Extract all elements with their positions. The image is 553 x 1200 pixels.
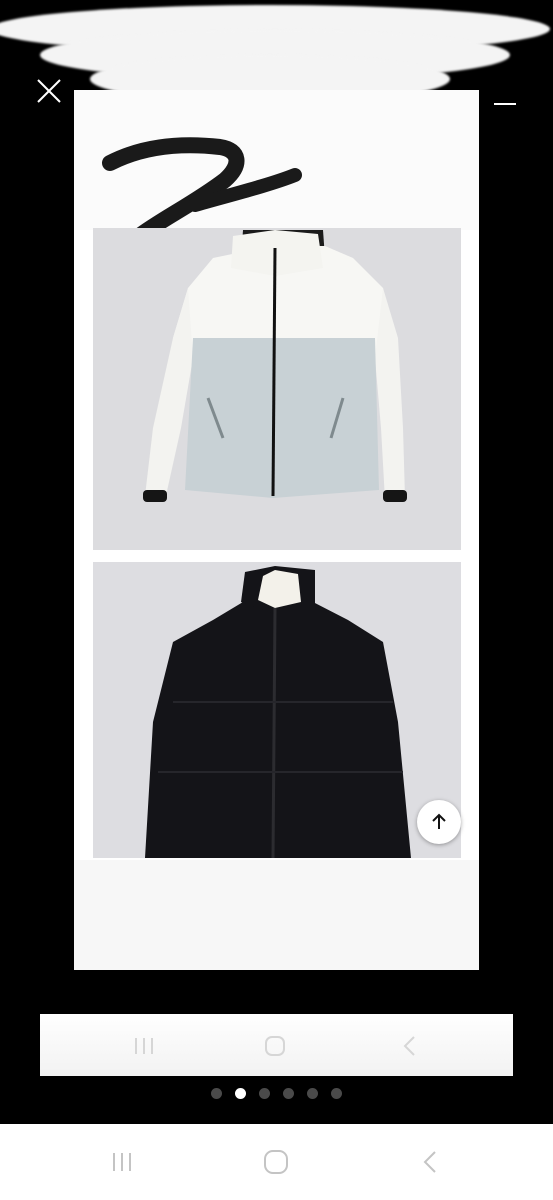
page-dot[interactable] [331,1088,342,1099]
system-navbar [0,1124,553,1200]
redacted-header [0,0,553,95]
close-icon[interactable] [34,76,64,106]
back-icon [423,1151,436,1173]
recents-button[interactable] [102,1144,142,1180]
page-dot[interactable] [283,1088,294,1099]
home-icon [265,1036,285,1056]
recents-icon [113,1153,131,1171]
captured-navbar [40,1014,513,1076]
home-button[interactable] [256,1144,296,1180]
page-dot[interactable] [307,1088,318,1099]
arrow-up-icon [432,813,446,829]
back-button[interactable] [410,1144,450,1180]
page-dot[interactable] [259,1088,270,1099]
back-icon [403,1036,415,1056]
jacket-photo-fleece[interactable] [93,228,461,550]
photo-card-footer [74,860,479,970]
jacket-photo-padded[interactable] [93,562,461,858]
menu-icon[interactable] [492,88,518,106]
recents-icon [135,1038,153,1054]
scroll-to-top-button[interactable] [417,800,461,844]
page-indicator [0,1088,553,1102]
page-dot-active[interactable] [235,1088,246,1099]
home-icon [264,1150,288,1174]
page-dot[interactable] [211,1088,222,1099]
